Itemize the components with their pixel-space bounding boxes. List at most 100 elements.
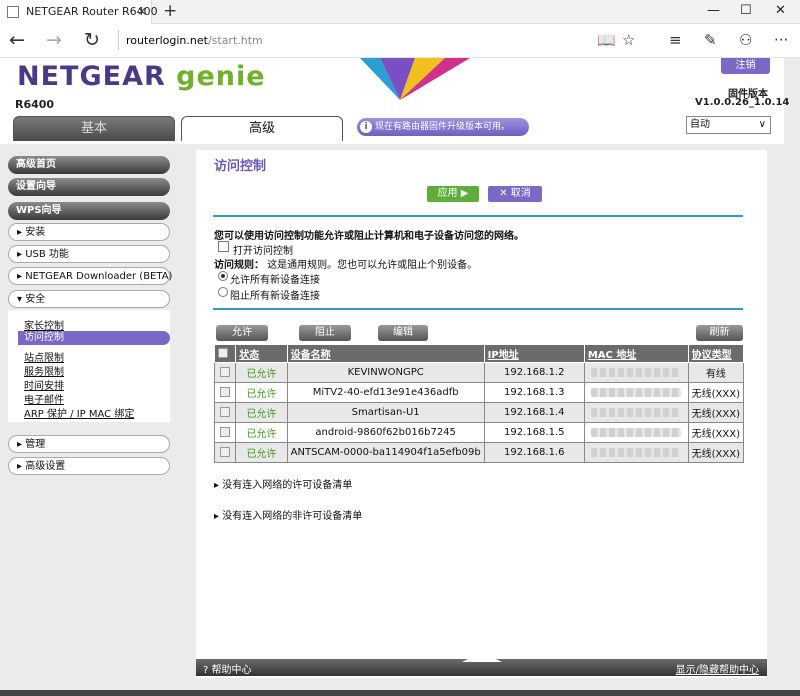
block-button[interactable]: 阻止 bbox=[299, 325, 351, 341]
language-select[interactable]: 自动 ∨ bbox=[686, 116, 771, 134]
forward-arrow-icon[interactable]: → bbox=[46, 29, 62, 51]
sidebar-item-arp-protection[interactable]: ARP 保护 / IP MAC 绑定 bbox=[24, 405, 134, 420]
row-select-cell bbox=[213, 442, 237, 463]
row-select-cell bbox=[213, 402, 237, 423]
favorite-star-icon[interactable]: ☆ bbox=[622, 31, 635, 49]
chevron-down-icon: ∨ bbox=[758, 119, 766, 130]
more-icon[interactable]: ··· bbox=[774, 31, 788, 49]
table-row[interactable]: 已允许 android-9860f62b016b7245 192.168.1.5… bbox=[213, 422, 745, 443]
row-checkbox[interactable] bbox=[220, 387, 231, 397]
share-icon[interactable]: ⚇ bbox=[739, 31, 752, 49]
address-bar-row: ← → ↻ routerlogin.net/start.htm 📖 ☆ ≡ ✎ … bbox=[0, 24, 800, 58]
allow-button[interactable]: 允许 bbox=[216, 325, 268, 341]
edit-button[interactable]: 编辑 bbox=[378, 325, 428, 341]
row-select-cell bbox=[213, 382, 237, 403]
sidebar-item-advanced-home[interactable]: 高级首页 bbox=[8, 156, 170, 174]
row-checkbox[interactable] bbox=[220, 447, 231, 457]
row-connection: 无线(XXX) bbox=[687, 382, 745, 403]
device-name-column-header[interactable]: 设备名称 bbox=[286, 344, 485, 363]
sidebar-item-usb[interactable]: ▸ USB 功能 bbox=[8, 245, 170, 263]
row-device-name: Smartisan-U1 bbox=[286, 402, 485, 423]
logout-button[interactable]: 注销 bbox=[721, 58, 770, 74]
sidebar-item-email[interactable]: 电子邮件 bbox=[24, 391, 64, 406]
select-all-checkbox[interactable] bbox=[218, 348, 228, 358]
row-status: 已允许 bbox=[235, 422, 288, 443]
sidebar-item-setup[interactable]: ▸ 安装 bbox=[8, 223, 170, 241]
table-row[interactable]: 已允许 Smartisan-U1 192.168.1.4 无线(XXX) bbox=[213, 402, 745, 423]
row-checkbox[interactable] bbox=[220, 427, 231, 437]
maximize-button[interactable]: ☐ bbox=[740, 3, 752, 18]
netgear-genie-logo: NETGEAR genie bbox=[17, 61, 266, 92]
url-host: routerlogin.net bbox=[126, 34, 208, 47]
allow-new-devices-radio[interactable] bbox=[218, 271, 228, 281]
tab-close-button[interactable]: × bbox=[137, 4, 147, 18]
table-row[interactable]: 已允许 MiTV2-40-efd13e91e436adfb 192.168.1.… bbox=[213, 382, 745, 403]
web-note-icon[interactable]: ✎ bbox=[704, 31, 717, 49]
table-row[interactable]: 已允许 ANTSCAM-0000-ba114904f1a5efb09b 192.… bbox=[213, 442, 745, 463]
refresh-icon[interactable]: ↻ bbox=[84, 29, 100, 51]
tab-advanced[interactable]: 高级 bbox=[181, 116, 343, 141]
sidebar-item-service-block[interactable]: 服务限制 bbox=[24, 363, 64, 378]
row-checkbox[interactable] bbox=[220, 407, 231, 417]
expand-help-arrow-icon[interactable] bbox=[462, 652, 502, 662]
hub-icon[interactable]: ≡ bbox=[669, 31, 682, 49]
block-new-devices-label: 阻止所有新设备连接 bbox=[230, 291, 320, 302]
row-checkbox[interactable] bbox=[220, 367, 231, 377]
cancel-button[interactable]: ✕ 取消 bbox=[488, 186, 542, 202]
status-column-header[interactable]: 状态 bbox=[235, 344, 288, 363]
sidebar-item-security[interactable]: ▾ 安全 bbox=[8, 290, 170, 308]
sidebar-item-site-block[interactable]: 站点限制 bbox=[24, 349, 64, 364]
close-window-button[interactable]: ✕ bbox=[775, 3, 786, 18]
row-status: 已允许 bbox=[235, 442, 288, 463]
intro-text: 您可以使用访问控制功能允许或阻止计算机和电子设备访问您的网络。 bbox=[214, 231, 524, 242]
sidebar-item-setup-wizard[interactable]: 设置向导 bbox=[8, 178, 170, 196]
firmware-update-notice[interactable]: i 现在有路由器固件升级版本可用。 bbox=[357, 118, 529, 136]
refresh-button[interactable]: 刷新 bbox=[696, 325, 743, 341]
browser-tab[interactable]: NETGEAR Router R6400 × bbox=[0, 0, 158, 24]
ip-column-header[interactable]: IP地址 bbox=[483, 344, 585, 363]
sidebar-advanced-setup-label: 高级设置 bbox=[25, 461, 66, 472]
sidebar-item-parental-control[interactable]: 家长控制 bbox=[24, 317, 64, 332]
mac-column-header[interactable]: MAC 地址 bbox=[583, 344, 689, 363]
reading-view-icon[interactable]: 📖 bbox=[597, 31, 616, 49]
connection-column-header[interactable]: 协议类型 bbox=[687, 344, 745, 363]
sidebar-usb-label: USB 功能 bbox=[25, 249, 69, 260]
url-path: /start.htm bbox=[207, 34, 263, 47]
sidebar-setup-label: 安装 bbox=[25, 227, 46, 238]
enable-access-control-checkbox[interactable] bbox=[218, 241, 229, 252]
update-notice-text: 现在有路由器固件升级版本可用。 bbox=[375, 122, 511, 132]
brand-text: NETGEAR bbox=[17, 61, 166, 92]
row-device-name: android-9860f62b016b7245 bbox=[286, 422, 485, 443]
sidebar-item-wps-wizard[interactable]: WPS向导 bbox=[8, 202, 170, 220]
sidebar-item-schedule[interactable]: 时间安排 bbox=[24, 377, 64, 392]
row-mac bbox=[583, 402, 689, 423]
firmware-version: V1.0.0.26_1.0.14 bbox=[695, 97, 790, 108]
allowed-devices-toggle[interactable]: ▸ 没有连入网络的许可设备清单 bbox=[214, 476, 352, 491]
logo-wedge-icon bbox=[360, 58, 470, 100]
row-device-name: ANTSCAM-0000-ba114904f1a5efb09b bbox=[286, 442, 485, 463]
table-row[interactable]: 已允许 KEVINWONGPC 192.168.1.2 有线 bbox=[213, 362, 745, 383]
row-mac bbox=[583, 422, 689, 443]
row-connection: 无线(XXX) bbox=[687, 422, 745, 443]
tab-basic[interactable]: 基本 bbox=[13, 116, 175, 141]
sidebar-item-access-control[interactable]: 访问控制 bbox=[18, 331, 170, 345]
access-rule-desc: 这是通用规则。您也可以允许或阻止个别设备。 bbox=[267, 260, 478, 271]
sidebar-item-downloader[interactable]: ▸ NETGEAR Downloader (BETA) bbox=[8, 267, 172, 285]
url-field[interactable]: routerlogin.net/start.htm bbox=[126, 34, 263, 47]
select-all-header bbox=[213, 344, 237, 363]
blocked-devices-toggle[interactable]: ▸ 没有连入网络的非许可设备清单 bbox=[214, 507, 362, 522]
row-select-cell bbox=[213, 422, 237, 443]
help-center-link[interactable]: ? 帮助中心 bbox=[203, 661, 252, 676]
toggle-help-link[interactable]: 显示/隐藏帮助中心 bbox=[676, 661, 759, 676]
minimize-button[interactable]: — bbox=[707, 3, 720, 18]
apply-button[interactable]: 应用 ▶ bbox=[427, 186, 479, 202]
back-arrow-icon[interactable]: ← bbox=[9, 29, 25, 51]
block-new-devices-radio[interactable] bbox=[218, 287, 228, 297]
address-separator bbox=[118, 30, 119, 50]
new-tab-button[interactable]: + bbox=[163, 1, 177, 21]
router-model: R6400 bbox=[15, 98, 55, 111]
sidebar-item-advanced-setup[interactable]: ▸ 高级设置 bbox=[8, 457, 170, 475]
row-status: 已允许 bbox=[235, 402, 288, 423]
sidebar-item-admin[interactable]: ▸ 管理 bbox=[8, 435, 170, 453]
row-select-cell bbox=[213, 362, 237, 383]
